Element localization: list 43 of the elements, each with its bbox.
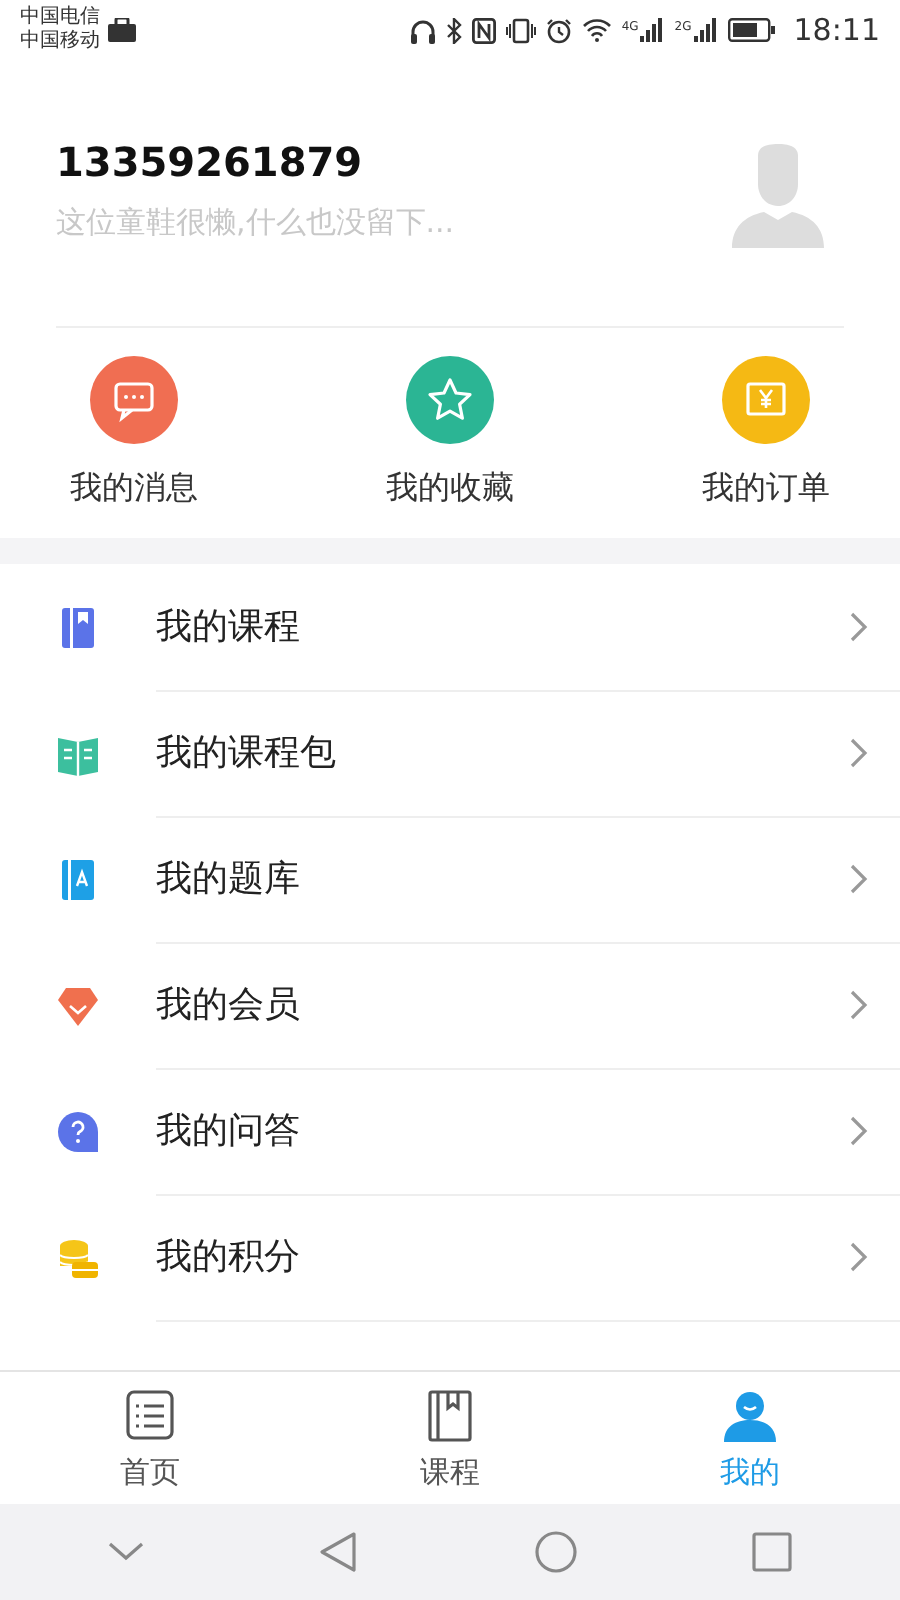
back-icon [318,1530,359,1574]
phone-number: 13359261879 [56,136,365,188]
menu-item[interactable]: 我的问答 [156,1106,850,1154]
coins-icon [56,1235,100,1279]
tab[interactable]: 首页 [0,1372,300,1504]
menu-item[interactable]: 我的题库 [156,854,850,902]
order-icon[interactable] [722,356,810,444]
notebook-icon [56,857,100,901]
chevron-right-icon [850,863,868,893]
question-bubble-icon [56,1109,100,1153]
tab[interactable]: 课程 [300,1372,600,1504]
carrier-name: 中国移动 [20,30,100,54]
chevron-right-icon [850,737,868,767]
quick-action-label[interactable]: 我的收藏 [386,468,514,510]
wifi-icon [581,18,612,42]
quick-action-label[interactable]: 我的订单 [702,468,830,510]
carrier-name: 中国电信 [20,6,100,29]
battery-icon [727,18,776,42]
chevron-right-icon [850,1241,868,1271]
home-icon [533,1530,578,1574]
chevron-down-icon [107,1542,144,1562]
signal-icon [640,18,665,42]
chevron-right-icon [850,611,868,641]
clock-time: 18:11 [793,12,880,48]
menu-item[interactable]: 我的课程包 [156,728,850,776]
quick-action-label[interactable]: 我的消息 [70,468,198,510]
briefcase-icon [108,18,136,42]
chevron-right-icon [850,989,868,1019]
menu-item[interactable]: 我的课程 [156,602,850,650]
menu-item[interactable]: 我的会员 [156,980,850,1028]
vibrate-icon [505,17,536,43]
menu-item[interactable]: 我的积分 [156,1232,850,1280]
shield-icon [56,983,100,1027]
headphones-icon [409,17,436,43]
message-icon[interactable] [90,356,178,444]
alarm-icon [545,17,572,43]
recents-icon [752,1532,793,1572]
book-icon [56,605,100,649]
list-icon [120,1385,180,1445]
chevron-right-icon [850,1115,868,1145]
signal-icon [693,18,718,42]
bluetooth-icon [445,17,462,43]
nfc-icon [471,17,496,43]
